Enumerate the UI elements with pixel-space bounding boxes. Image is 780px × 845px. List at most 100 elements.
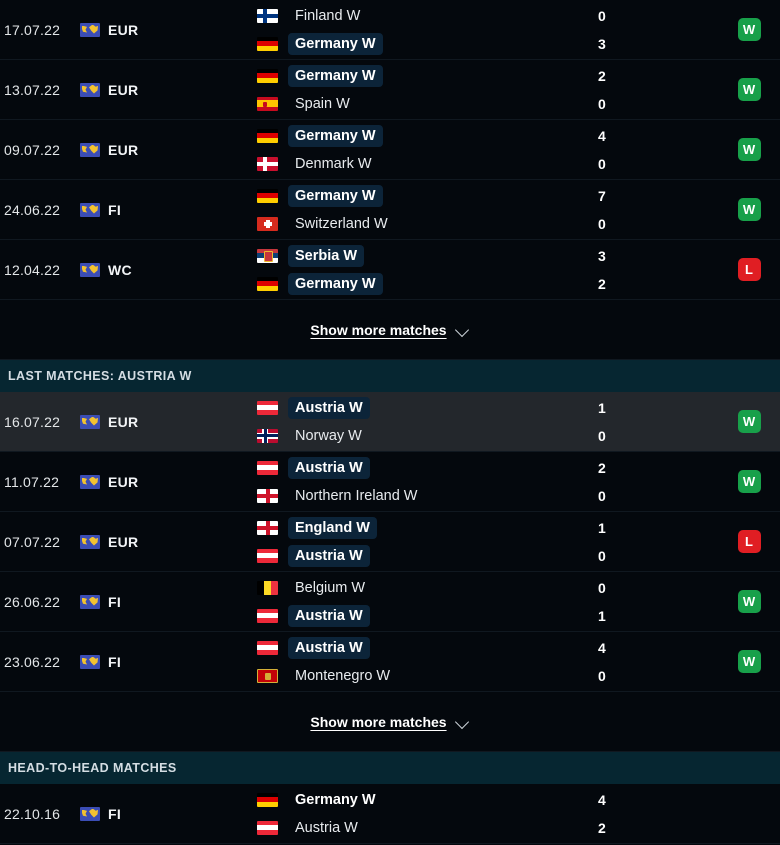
team-line-away: Austria W [257,817,598,839]
team-name-away[interactable]: Denmark W [288,153,379,175]
flag-icon-austria [257,460,278,475]
flag-icon-germany [257,68,278,83]
team-name-home[interactable]: Germany W [288,789,383,811]
score-cell: 20 [598,65,718,115]
away-score: 0 [598,95,606,112]
competition-cell[interactable]: EUR [80,22,165,38]
team-name-away[interactable]: Northern Ireland W [288,485,425,507]
show-more-label: Show more matches [310,713,447,730]
table-row[interactable]: 07.07.22 EUR England W Austria W10L [0,512,780,572]
competition-name: EUR [108,413,139,430]
competition-cell[interactable]: FI [80,654,165,670]
team-name-away[interactable]: Norway W [288,425,369,447]
match-date: 09.07.22 [4,141,61,158]
team-name-home[interactable]: England W [288,516,377,539]
competition-cell[interactable]: EUR [80,82,165,98]
team-name-away[interactable]: Spain W [288,93,357,115]
competition-name: EUR [108,473,139,490]
competition-cell[interactable]: FI [80,202,165,218]
team-name-away[interactable]: Austria W [288,544,370,567]
competition-cell[interactable]: EUR [80,142,165,158]
team-name-home[interactable]: Austria W [288,636,370,659]
table-row[interactable]: 23.06.22 FI Austria W Montenegro W40W [0,632,780,692]
team-name-home[interactable]: Finland W [288,5,367,27]
team-name-home[interactable]: Belgium W [288,577,372,599]
team-name-home[interactable]: Germany W [288,64,383,87]
flag-icon-belgium [257,580,278,595]
table-row[interactable]: 22.10.16 FI Germany W Austria W42 [0,784,780,844]
home-score: 2 [598,67,606,84]
competition-name: EUR [108,81,139,98]
team-name-home[interactable]: Austria W [288,456,370,479]
team-line-home: Belgium W [257,577,598,599]
show-more-row: Show more matches [0,300,780,360]
flag-icon-austria [257,548,278,563]
globe-icon [80,262,100,277]
away-score: 0 [598,155,606,172]
team-name-home[interactable]: Germany W [288,184,383,207]
team-line-home: Germany W [257,124,598,147]
team-name-away[interactable]: Austria W [288,604,370,627]
flag-icon-austria [257,608,278,623]
table-row[interactable]: 13.07.22 EUR Germany W Spain W20W [0,60,780,120]
table-row[interactable]: 17.07.22 EUR Finland W Germany W03W [0,0,780,60]
team-line-away: Austria W [257,544,598,567]
team-name-away[interactable]: Austria W [288,817,365,839]
competition-cell[interactable]: EUR [80,534,165,550]
team-name-home[interactable]: Serbia W [288,244,365,267]
show-more-matches-button[interactable]: Show more matches [310,714,469,730]
table-row[interactable]: 09.07.22 EUR Germany W Denmark W 40W [0,120,780,180]
team-line-away: Germany W [257,272,598,295]
flag-icon-england [257,520,278,535]
team-name-home[interactable]: Austria W [288,396,370,419]
team-line-home: Germany W [257,789,598,811]
result-cell: W [718,18,780,41]
flag-icon-norway [257,428,278,443]
home-score: 2 [598,459,606,476]
competition-cell[interactable]: WC [80,262,165,278]
home-score: 4 [598,791,606,808]
show-more-row: Show more matches [0,692,780,752]
team-name-away[interactable]: Germany W [288,272,383,295]
flag-icon-spain [257,96,278,111]
team-name-away[interactable]: Montenegro W [288,665,397,687]
result-cell: L [718,258,780,281]
score-cell: 03 [598,5,718,55]
home-score: 0 [598,7,606,24]
table-row[interactable]: 26.06.22 FI Belgium W Austria W01W [0,572,780,632]
section-header-label: HEAD-TO-HEAD MATCHES [8,761,177,775]
team-name-away[interactable]: Germany W [288,32,383,55]
result-cell: W [718,198,780,221]
flag-icon-germany [257,276,278,291]
match-date: 12.04.22 [4,261,61,278]
home-score: 4 [598,639,606,656]
table-row[interactable]: 24.06.22 FI Germany W Switzerland W70W [0,180,780,240]
team-line-home: Austria W [257,456,598,479]
score-cell: 40 [598,125,718,175]
team-name-away[interactable]: Switzerland W [288,213,395,235]
team-line-home: Germany W [257,64,598,87]
flag-icon-denmark [257,156,278,171]
team-line-away: Switzerland W [257,213,598,235]
table-row[interactable]: 16.07.22 EUR Austria W Norway W10W [0,392,780,452]
status-badge: L [737,258,761,281]
score-cell: 70 [598,185,718,235]
globe-icon [80,22,100,37]
show-more-matches-button[interactable]: Show more matches [310,322,469,338]
table-row[interactable]: 12.04.22 WC Serbia W Germany W32L [0,240,780,300]
team-name-home[interactable]: Germany W [288,124,383,147]
teams-cell: Austria W Northern Ireland W [165,456,598,507]
result-cell: W [718,138,780,161]
competition-cell[interactable]: EUR [80,474,165,490]
away-score: 0 [598,487,606,504]
globe-icon [80,202,100,217]
competition-cell[interactable]: FI [80,594,165,610]
teams-cell: Germany W Denmark W [165,124,598,175]
table-row[interactable]: 11.07.22 EUR Austria W Northern Ireland W20… [0,452,780,512]
team-line-away: Austria W [257,604,598,627]
competition-cell[interactable]: EUR [80,414,165,430]
globe-icon [80,142,100,157]
competition-cell[interactable]: FI [80,806,165,822]
result-cell: W [718,650,780,673]
team-line-away: Germany W [257,32,598,55]
